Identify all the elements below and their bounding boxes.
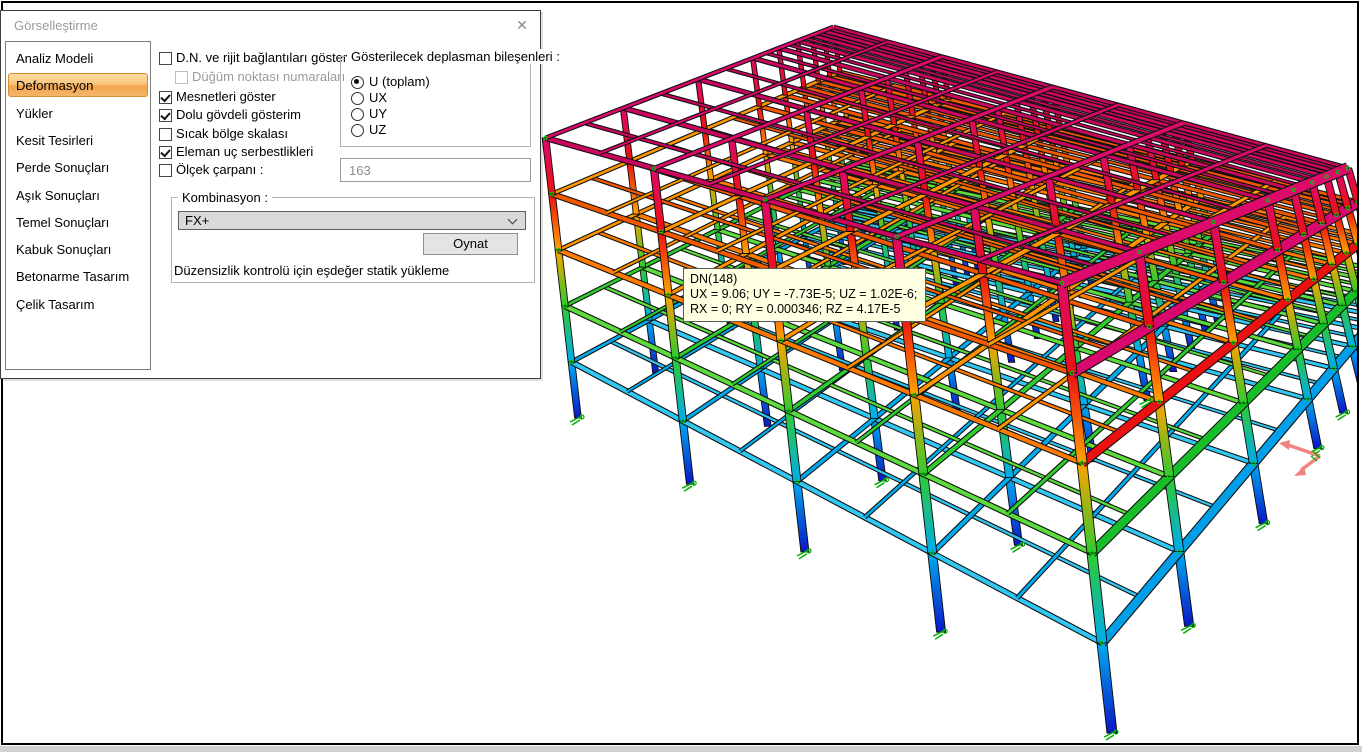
checkbox[interactable]	[159, 164, 172, 177]
sidebar-item[interactable]: Temel Sonuçları	[8, 210, 148, 234]
radio-label: UY	[369, 107, 387, 121]
chevron-down-icon	[508, 215, 518, 225]
sidebar-item[interactable]: Deformasyon	[8, 73, 148, 97]
combination-group-label: Kombinasyon :	[178, 190, 272, 205]
radio-button[interactable]	[351, 92, 364, 105]
sidebar-item[interactable]: Kabuk Sonuçları	[8, 237, 148, 261]
radio-label: UZ	[369, 123, 386, 137]
sidebar-item[interactable]: Kesit Tesirleri	[8, 128, 148, 152]
tooltip-node-id: DN(148)	[690, 272, 917, 287]
sidebar-item[interactable]: Betonarme Tasarım	[8, 264, 148, 288]
sidebar-item[interactable]: Yükler	[8, 101, 148, 125]
sidebar-item[interactable]: Çelik Tasarım	[8, 292, 148, 316]
dialog-title: Görselleştirme	[14, 18, 98, 33]
node-tooltip: DN(148) UX = 9.06; UY = -7.73E-5; UZ = 1…	[683, 268, 926, 322]
checkbox[interactable]	[175, 71, 188, 84]
tooltip-displacements: UX = 9.06; UY = -7.73E-5; UZ = 1.02E-6;	[690, 287, 917, 302]
displacement-components-group: Gösterilecek deplasman bileşenleri : U (…	[340, 56, 531, 147]
close-icon[interactable]: ✕	[513, 16, 531, 34]
combination-selected-value: FX+	[185, 213, 209, 228]
checkbox-label: D.N. ve rijit bağlantıları göster	[176, 51, 347, 65]
category-list: Analiz Modeli Deformasyon Yükler Kesit Tesi…	[5, 41, 151, 370]
checkbox[interactable]	[159, 91, 172, 104]
checkbox[interactable]	[159, 109, 172, 122]
checkbox-label: Düğüm noktası numaraları	[192, 70, 345, 84]
checkbox[interactable]	[159, 52, 172, 65]
radio-button[interactable]	[351, 108, 364, 121]
checkbox-label: Eleman uç serbestlikleri	[176, 145, 313, 159]
app-window: { "window": { "title": "Görselleştirme",…	[0, 0, 1362, 752]
checkbox-label: Mesnetleri göster	[176, 90, 276, 104]
window-bottom-strip	[0, 746, 1362, 752]
sidebar-item[interactable]: Perde Sonuçları	[8, 155, 148, 179]
visualization-dialog: Görselleştirme ✕ Analiz Modeli Deformasyo…	[0, 10, 541, 379]
play-button[interactable]: Oynat	[423, 233, 518, 255]
combination-info-text: Düzensizlik kontrolü için eşdeğer statik…	[174, 263, 449, 278]
radio-button[interactable]	[351, 124, 364, 137]
checkbox-label: Sıcak bölge skalası	[176, 127, 288, 141]
radio-button[interactable]	[351, 76, 364, 89]
radio-label: U (toplam)	[369, 75, 430, 89]
scale-factor-input[interactable]	[340, 158, 531, 182]
checkbox-label: Ölçek çarpanı :	[176, 163, 263, 177]
checkbox[interactable]	[159, 146, 172, 159]
combination-select[interactable]: FX+	[178, 211, 526, 230]
sidebar-item[interactable]: Aşık Sonuçları	[8, 183, 148, 207]
checkbox-label: Dolu gövdeli gösterim	[176, 108, 301, 122]
radio-label: UX	[369, 91, 387, 105]
sidebar-item[interactable]: Analiz Modeli	[8, 46, 148, 70]
checkbox[interactable]	[159, 128, 172, 141]
displacement-group-label: Gösterilecek deplasman bileşenleri :	[347, 49, 564, 64]
tooltip-rotations: RX = 0; RY = 0.000346; RZ = 4.17E-5	[690, 302, 917, 317]
